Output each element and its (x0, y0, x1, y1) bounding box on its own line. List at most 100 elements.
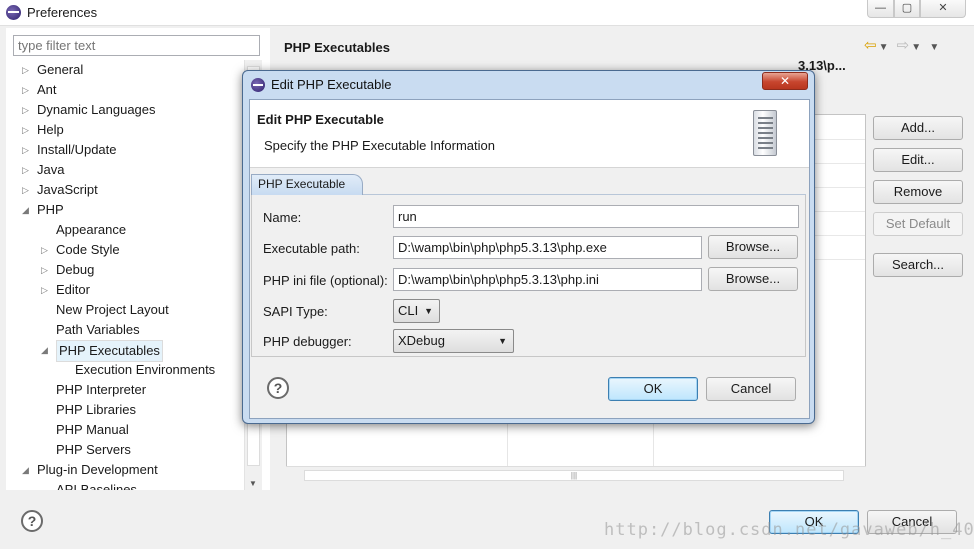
tree-item-php-manual[interactable]: PHP Manual (39, 420, 129, 440)
tree-item-label: PHP Servers (56, 442, 131, 457)
tree-item-label: Dynamic Languages (37, 102, 156, 117)
dialog-help-icon[interactable]: ? (267, 377, 289, 399)
tab-php-executable[interactable]: PHP Executable (251, 174, 363, 195)
dialog-cancel-button[interactable]: Cancel (706, 377, 796, 401)
edit-php-executable-dialog: Edit PHP Executable ✕ Edit PHP Executabl… (242, 70, 815, 424)
preferences-tree-panel: ▷ General ▷ Ant ▷ Dynamic Languages ▷ Help ▷ Inst… (6, 28, 270, 490)
dialog-title: Edit PHP Executable (271, 77, 392, 92)
eclipse-app-icon (251, 78, 265, 92)
dialog-header: Edit PHP Executable Specify the PHP Exec… (250, 100, 809, 168)
tree-item-label: Appearance (56, 222, 127, 237)
tree-item-label: PHP Interpreter (56, 382, 147, 397)
tree-item-label: Plug-in Development (37, 462, 158, 477)
tree-item-label: Editor (56, 282, 90, 297)
tree-item-php[interactable]: ◢ PHP (20, 200, 64, 220)
tree-item-label: PHP Manual (56, 422, 129, 437)
maximize-button[interactable]: ▢ (894, 0, 920, 18)
set-default-button[interactable]: Set Default (873, 212, 963, 236)
tree-item-plug-in-development[interactable]: ◢ Plug-in Development (20, 460, 158, 480)
tree-item-java[interactable]: ▷ Java (20, 160, 64, 180)
tree-item-label: API Baselines (56, 482, 137, 490)
back-dropdown-icon[interactable]: ▼ (879, 42, 891, 53)
watermark: http://blog.csdn.net/gavaweb/h_4013 (604, 520, 974, 540)
chevron-down-icon: ▼ (424, 306, 433, 316)
tree-item-javascript[interactable]: ▷ JavaScript (20, 180, 98, 200)
tree-item-execution-environments[interactable]: Execution Environments (58, 360, 215, 380)
collapsed-arrow-icon[interactable]: ▷ (22, 60, 30, 80)
collapsed-arrow-icon[interactable]: ▷ (41, 240, 49, 260)
minimize-button[interactable]: — (867, 0, 894, 18)
expanded-arrow-icon[interactable]: ◢ (41, 340, 49, 360)
server-icon (753, 110, 777, 156)
dialog-ok-button[interactable]: OK (608, 377, 698, 401)
browse-ini-button[interactable]: Browse... (708, 267, 798, 291)
tree-item-ant[interactable]: ▷ Ant (20, 80, 57, 100)
tree-item-label: Java (37, 162, 65, 177)
sapi-type-select[interactable]: CLI ▼ (393, 299, 440, 323)
tree-item-label: JavaScript (37, 182, 98, 197)
php-ini-field[interactable]: D:\wamp\bin\php\php5.3.13\php.ini (393, 268, 702, 291)
tree-item-code-style[interactable]: ▷ Code Style (39, 240, 120, 260)
php-executable-tab-pane: Name: run Executable path: D:\wamp\bin\p… (251, 195, 806, 357)
eclipse-app-icon (6, 5, 21, 20)
tree-item-api-baselines[interactable]: API Baselines (39, 480, 137, 490)
tree-item-label: Ant (37, 82, 57, 97)
tree-item-label: Help (37, 122, 64, 137)
add-button[interactable]: Add... (873, 116, 963, 140)
preferences-tree: ▷ General ▷ Ant ▷ Dynamic Languages ▷ Help ▷ Inst… (6, 60, 246, 490)
collapsed-arrow-icon[interactable]: ▷ (41, 280, 49, 300)
scrollbar-thumb[interactable]: ||| (304, 470, 844, 481)
history-navigation: ⇦▼ ⇨▼ ▼ (864, 36, 941, 54)
browse-executable-button[interactable]: Browse... (708, 235, 798, 259)
dialog-header-title: Edit PHP Executable (257, 112, 384, 127)
collapsed-arrow-icon[interactable]: ▷ (22, 160, 30, 180)
tree-item-appearance[interactable]: Appearance (39, 220, 126, 240)
expanded-arrow-icon[interactable]: ◢ (22, 200, 30, 220)
php-debugger-label: PHP debugger: (263, 334, 352, 349)
tree-item-help[interactable]: ▷ Help (20, 120, 64, 140)
forward-dropdown-icon[interactable]: ▼ (911, 42, 923, 53)
collapsed-arrow-icon[interactable]: ▷ (22, 180, 30, 200)
remove-button[interactable]: Remove (873, 180, 963, 204)
forward-arrow-icon[interactable]: ⇨ (897, 37, 912, 54)
tree-item-dynamic-languages[interactable]: ▷ Dynamic Languages (20, 100, 156, 120)
name-field[interactable]: run (393, 205, 799, 228)
collapsed-arrow-icon[interactable]: ▷ (22, 100, 30, 120)
tree-item-php-interpreter[interactable]: PHP Interpreter (39, 380, 146, 400)
dialog-close-button[interactable]: ✕ (762, 72, 808, 90)
tree-item-debug[interactable]: ▷ Debug (39, 260, 94, 280)
sapi-type-value: CLI (398, 303, 419, 318)
name-label: Name: (263, 210, 302, 225)
collapsed-arrow-icon[interactable]: ▷ (22, 140, 30, 160)
help-icon[interactable]: ? (21, 510, 43, 532)
tree-item-label: Debug (56, 262, 95, 277)
tree-item-new-project-layout[interactable]: New Project Layout (39, 300, 169, 320)
tree-item-path-variables[interactable]: Path Variables (39, 320, 140, 340)
expanded-arrow-icon[interactable]: ◢ (22, 460, 30, 480)
php-debugger-select[interactable]: XDebug ▼ (393, 329, 514, 353)
edit-button[interactable]: Edit... (873, 148, 963, 172)
tree-item-php-libraries[interactable]: PHP Libraries (39, 400, 136, 420)
view-menu-icon[interactable]: ▼ (929, 42, 941, 53)
sapi-type-label: SAPI Type: (263, 304, 328, 319)
collapsed-arrow-icon[interactable]: ▷ (22, 120, 30, 140)
collapsed-arrow-icon[interactable]: ▷ (41, 260, 49, 280)
scroll-down-arrow-icon[interactable]: ▼ (249, 479, 257, 488)
tree-item-label: General (37, 62, 84, 77)
collapsed-arrow-icon[interactable]: ▷ (22, 80, 30, 100)
tree-item-label: Code Style (56, 242, 120, 257)
page-title: PHP Executables (284, 40, 390, 55)
dialog-tab-bar: PHP Executable (251, 174, 806, 195)
executable-path-field[interactable]: D:\wamp\bin\php\php5.3.13\php.exe (393, 236, 702, 259)
filter-input[interactable] (13, 35, 260, 56)
tree-item-php-servers[interactable]: PHP Servers (39, 440, 131, 460)
tree-item-install-update[interactable]: ▷ Install/Update (20, 140, 117, 160)
tree-item-php-executables[interactable]: ◢ PHP Executables (39, 340, 163, 362)
search-button[interactable]: Search... (873, 253, 963, 277)
back-arrow-icon[interactable]: ⇦ (864, 37, 879, 54)
tree-item-editor[interactable]: ▷ Editor (39, 280, 90, 300)
php-debugger-value: XDebug (398, 333, 445, 348)
tree-item-general[interactable]: ▷ General (20, 60, 83, 80)
close-window-button[interactable]: ✕ (920, 0, 966, 18)
table-horizontal-scrollbar[interactable]: ||| (286, 466, 866, 484)
